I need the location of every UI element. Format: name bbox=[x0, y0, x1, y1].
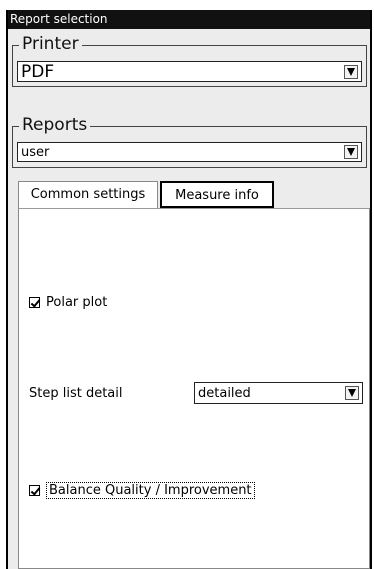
chevron-down-icon[interactable] bbox=[344, 145, 358, 159]
polar-plot-checkbox[interactable] bbox=[29, 297, 40, 308]
reports-select[interactable]: user bbox=[17, 142, 362, 162]
polar-plot-label: Polar plot bbox=[46, 295, 108, 310]
chevron-down-icon[interactable] bbox=[345, 386, 359, 400]
balance-quality-label: Balance Quality / Improvement bbox=[46, 482, 255, 499]
printer-select-value: PDF bbox=[21, 61, 55, 82]
reports-group: Reports user bbox=[12, 115, 367, 168]
printer-group: Printer PDF bbox=[12, 34, 367, 87]
measure-info-panel: Polar plot Step list detail detailed Bal… bbox=[18, 208, 370, 569]
balance-quality-checkbox[interactable] bbox=[29, 485, 40, 496]
reports-group-label: Reports bbox=[19, 115, 91, 135]
printer-group-label: Printer bbox=[19, 34, 82, 54]
printer-select[interactable]: PDF bbox=[17, 61, 362, 82]
step-list-detail-value: detailed bbox=[198, 385, 251, 401]
step-list-detail-select[interactable]: detailed bbox=[194, 382, 363, 404]
step-list-detail-label: Step list detail bbox=[29, 386, 123, 401]
balance-quality-option[interactable]: Balance Quality / Improvement bbox=[29, 482, 255, 499]
report-selection-window: Report selection Printer PDF Reports use… bbox=[6, 10, 372, 569]
tab-measure-info[interactable]: Measure info bbox=[160, 181, 274, 208]
tab-common-settings[interactable]: Common settings bbox=[18, 181, 158, 208]
window-title: Report selection bbox=[8, 10, 370, 29]
polar-plot-option[interactable]: Polar plot bbox=[29, 295, 107, 310]
chevron-down-icon[interactable] bbox=[344, 64, 358, 79]
reports-select-value: user bbox=[21, 144, 50, 160]
